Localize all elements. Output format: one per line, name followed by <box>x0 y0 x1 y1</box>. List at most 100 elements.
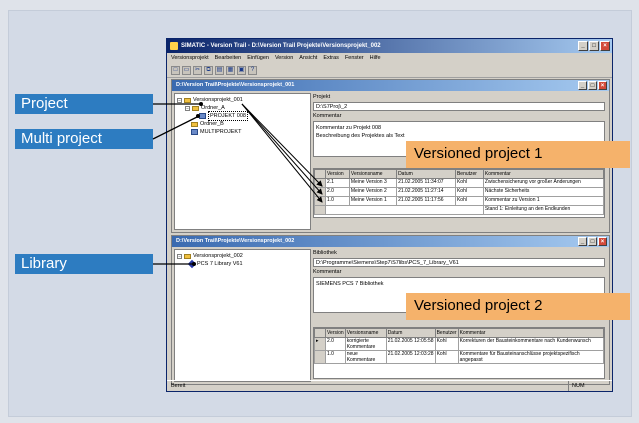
cell-version: 1.0 <box>325 196 350 206</box>
col-versionsname[interactable]: Versionsname <box>344 328 387 338</box>
col-versionsname[interactable]: Versionsname <box>348 169 398 179</box>
menu-version[interactable]: Version <box>275 53 293 63</box>
comment-label: Kommentar <box>313 269 342 275</box>
callout-library: Library <box>15 254 153 274</box>
col-kommentar[interactable]: Kommentar <box>457 328 605 338</box>
comment-line: Kommentar zu Projekt 008 <box>316 125 382 131</box>
open-icon[interactable]: ▭ <box>182 65 191 75</box>
help-icon[interactable]: ? <box>248 65 257 75</box>
col-kommentar[interactable]: Kommentar <box>482 169 605 179</box>
tree-item-versionsprojekt-002[interactable]: − Versionsprojekt_002 <box>177 252 243 260</box>
menu-einfuegen[interactable]: Einfügen <box>247 53 269 63</box>
subwindow1-close-button[interactable]: × <box>598 81 607 90</box>
tree-item-pcs7-library[interactable]: PCS 7 Library V61 <box>187 259 243 269</box>
cell-note: Stand 1: Einleitung an den Endkunden <box>482 205 605 215</box>
cell-datum: 21.02.2005 11:17:56 <box>396 196 456 206</box>
menu-hilfe[interactable]: Hilfe <box>370 53 381 63</box>
col-datum[interactable]: Datum <box>396 169 456 179</box>
row-header <box>314 169 326 179</box>
callout-multi-project: Multi project <box>15 129 153 149</box>
status-text: Bereit <box>171 383 186 389</box>
statusbar: Bereit NUM <box>167 380 612 391</box>
collapse-icon[interactable]: − <box>185 105 190 111</box>
new-icon[interactable]: □ <box>171 65 180 75</box>
cell-datum: 21.02.2005 11:34:07 <box>396 178 456 188</box>
multiproject-icon <box>191 129 198 135</box>
tree-item-projekt-008[interactable]: PROJEKT 008 <box>199 111 248 121</box>
menu-bearbeiten[interactable]: Bearbeiten <box>215 53 242 63</box>
print-icon[interactable]: ▤ <box>215 65 224 75</box>
archive-icon[interactable]: ▦ <box>226 65 235 75</box>
tree-label: Versionsprojekt_002 <box>193 253 243 259</box>
col-datum[interactable]: Datum <box>385 328 436 338</box>
table-row[interactable]: 2.0 Meine Version 2 21.02.2005 11:27:14 … <box>314 187 605 197</box>
menu-versionsprojekt[interactable]: Versionsprojekt <box>171 53 209 63</box>
table-row[interactable]: 1.0 neue Kommentare 21.02.2005 12:03:28 … <box>314 350 605 364</box>
table-row[interactable]: 1.0 Meine Version 1 21.02.2005 11:17:56 … <box>314 196 605 206</box>
cell-versionsname: korrigierte Kommentare <box>344 337 387 351</box>
subwindow2-title: D:\Version Trail\Projekte\Versionsprojek… <box>176 238 295 244</box>
cell-kommentar: Korrekturen der Bausteinkommentare nach … <box>457 337 605 351</box>
cell-kommentar: Kommentare für Bausteinanschlüsse projek… <box>457 350 605 364</box>
table-row[interactable]: ▸ 2.0 korrigierte Kommentare 21.02.2005 … <box>314 337 605 351</box>
copy-icon[interactable]: ⧉ <box>204 65 213 75</box>
subwindow1-maximize-button[interactable]: □ <box>588 81 597 90</box>
cell-version: 2.1 <box>325 178 350 188</box>
cell-benutzer: Kohl <box>434 337 459 351</box>
menubar: Versionsprojekt Bearbeiten Einfügen Vers… <box>167 53 612 63</box>
library-tree: − Versionsprojekt_002 PCS 7 Library V61 <box>174 249 311 382</box>
subwindow2-minimize-button[interactable]: _ <box>578 237 587 246</box>
col-version[interactable]: Version <box>325 169 350 179</box>
view-icon[interactable]: ▣ <box>237 65 246 75</box>
row-header <box>314 187 326 197</box>
cell-kommentar: Nächste Sicherheits <box>482 187 605 197</box>
row-header <box>314 350 326 364</box>
cell-versionsname: Meine Version 2 <box>348 187 398 197</box>
menu-ansicht[interactable]: Ansicht <box>299 53 317 63</box>
window-titlebar[interactable]: SIMATIC - Version Trail - D:\Version Tra… <box>167 39 612 53</box>
cell-version: 1.0 <box>325 350 346 364</box>
menu-extras[interactable]: Extras <box>323 53 339 63</box>
callout-versioned-project-1: Versioned project 1 <box>406 141 630 168</box>
collapse-icon[interactable]: − <box>177 253 182 259</box>
close-button[interactable]: × <box>600 41 610 51</box>
callout-versioned-project-2: Versioned project 2 <box>406 293 630 320</box>
minimize-button[interactable]: _ <box>578 41 588 51</box>
cell-datum: 21.02.2005 12:03:28 <box>385 350 436 364</box>
comment-line: Beschreibung des Projektes als Text <box>316 133 405 139</box>
menu-fenster[interactable]: Fenster <box>345 53 364 63</box>
library-path-field[interactable]: D:\Programme\Siemens\Step7\S7libs\PCS_7_… <box>313 258 605 267</box>
comment-label: Kommentar <box>313 113 342 119</box>
col-version[interactable]: Version <box>325 328 346 338</box>
tree-label: PCS 7 Library V61 <box>197 261 243 267</box>
subwindow2-close-button[interactable]: × <box>598 237 607 246</box>
row-header <box>314 328 326 338</box>
subwindow1-minimize-button[interactable]: _ <box>578 81 587 90</box>
tree-label: MULTIPROJEKT <box>200 129 242 135</box>
subwindow2-controls: _ □ × <box>578 237 607 246</box>
cut-icon[interactable]: ✂ <box>193 65 202 75</box>
cell-datum: 21.02.2005 11:27:14 <box>396 187 456 197</box>
subwindow2-titlebar[interactable]: D:\Version Trail\Projekte\Versionsprojek… <box>172 236 609 247</box>
toolbar: □ ▭ ✂ ⧉ ▤ ▦ ▣ ? <box>167 63 612 78</box>
subwindow1-titlebar[interactable]: D:\Version Trail\Projekte\Versionsprojek… <box>172 80 609 91</box>
tree-item-versionsprojekt-001[interactable]: − Versionsprojekt_001 <box>177 96 243 104</box>
maximize-button[interactable]: □ <box>589 41 599 51</box>
folder-icon <box>191 121 198 127</box>
col-benutzer[interactable]: Benutzer <box>434 328 459 338</box>
project-path-field[interactable]: D:\S7Proj\_2 <box>313 102 605 111</box>
row-header <box>314 196 326 206</box>
cell-versionsname: Meine Version 3 <box>348 178 398 188</box>
subwindow2-maximize-button[interactable]: □ <box>588 237 597 246</box>
cell-kommentar: Zwischensicherung vor großer Änderungen <box>482 178 605 188</box>
cell-kommentar: Kommentar zu Version 1 <box>482 196 605 206</box>
comment-line: SIEMENS PCS 7 Bibliothek <box>316 281 384 287</box>
tree-item-multiprojekt[interactable]: MULTIPROJEKT <box>191 128 241 136</box>
cell-version: 2.0 <box>325 337 346 351</box>
row-header <box>314 178 326 188</box>
table-row[interactable]: 2.1 Meine Version 3 21.02.2005 11:34:07 … <box>314 178 605 188</box>
tree-item-ordner-b[interactable]: Ordner_B <box>191 120 224 128</box>
collapse-icon[interactable]: − <box>177 97 182 103</box>
col-benutzer[interactable]: Benutzer <box>454 169 484 179</box>
subwindow1-title: D:\Version Trail\Projekte\Versionsprojek… <box>176 82 295 88</box>
